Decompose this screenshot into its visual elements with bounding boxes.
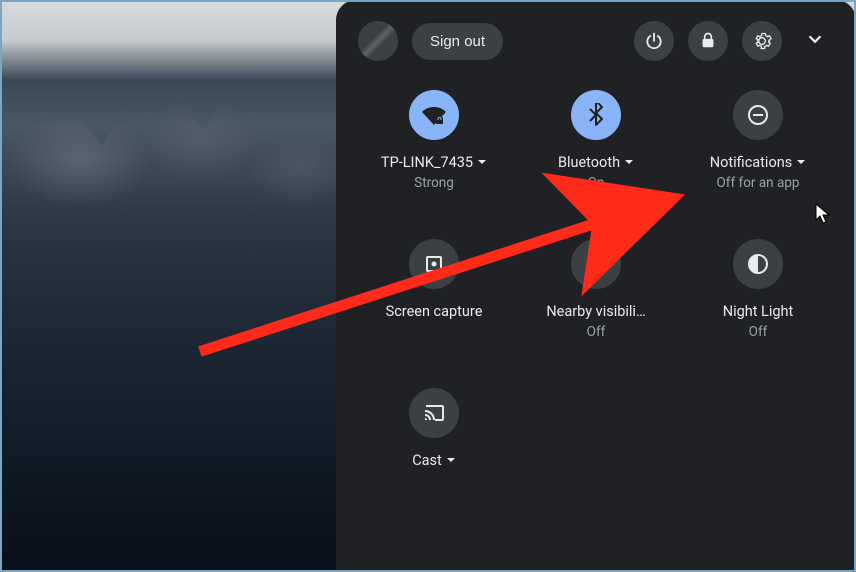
nearby-visibility-tile: Nearby visibili… Off — [520, 239, 672, 340]
tiles-grid: TP-LINK_7435 Strong Bluetooth On Notific… — [358, 90, 834, 473]
notifications-toggle[interactable] — [733, 90, 783, 140]
chevron-down-icon — [804, 28, 826, 50]
screen-capture-label[interactable]: Screen capture — [386, 303, 483, 322]
gear-icon — [752, 31, 772, 51]
night-light-toggle[interactable] — [733, 239, 783, 289]
wifi-status: Strong — [414, 175, 454, 191]
caret-icon — [624, 154, 634, 173]
bluetooth-icon — [584, 103, 608, 127]
settings-button[interactable] — [742, 21, 782, 61]
panel-header: Sign out — [358, 20, 834, 62]
screen-capture-icon — [422, 252, 446, 276]
screen-capture-button[interactable] — [409, 239, 459, 289]
quick-settings-panel: Sign out TP-LINK_7435 Strong Bluetooth — [336, 0, 856, 572]
collapse-button[interactable] — [796, 20, 834, 62]
night-light-status: Off — [749, 324, 768, 340]
night-light-icon — [746, 252, 770, 276]
lock-button[interactable] — [688, 21, 728, 61]
bluetooth-toggle[interactable] — [571, 90, 621, 140]
wifi-tile: TP-LINK_7435 Strong — [358, 90, 510, 191]
cast-label[interactable]: Cast — [412, 452, 456, 471]
power-button[interactable] — [634, 21, 674, 61]
caret-icon — [477, 154, 487, 173]
do-not-disturb-icon — [746, 103, 770, 127]
night-light-label[interactable]: Night Light — [723, 303, 794, 322]
notifications-status: Off for an app — [717, 175, 800, 191]
lock-icon — [698, 31, 718, 51]
user-avatar[interactable] — [358, 21, 398, 61]
nearby-visibility-label[interactable]: Nearby visibili… — [546, 303, 645, 322]
wifi-toggle[interactable] — [409, 90, 459, 140]
nearby-visibility-status: Off — [587, 324, 606, 340]
caret-icon — [796, 154, 806, 173]
power-icon — [644, 31, 664, 51]
bluetooth-status: On — [588, 175, 605, 191]
sign-out-button[interactable]: Sign out — [412, 23, 503, 60]
cast-button[interactable] — [409, 388, 459, 438]
cast-icon — [422, 401, 446, 425]
notifications-tile: Notifications Off for an app — [682, 90, 834, 191]
screen-capture-tile: Screen capture — [358, 239, 510, 340]
wifi-icon — [422, 103, 446, 127]
cast-tile: Cast — [358, 388, 510, 473]
bluetooth-label[interactable]: Bluetooth — [558, 154, 634, 173]
wifi-label[interactable]: TP-LINK_7435 — [381, 154, 487, 173]
nearby-visibility-toggle[interactable] — [571, 239, 621, 289]
night-light-tile: Night Light Off — [682, 239, 834, 340]
notifications-label[interactable]: Notifications — [710, 154, 806, 173]
bluetooth-tile: Bluetooth On — [520, 90, 672, 191]
caret-icon — [446, 452, 456, 471]
visibility-off-icon — [584, 252, 608, 276]
